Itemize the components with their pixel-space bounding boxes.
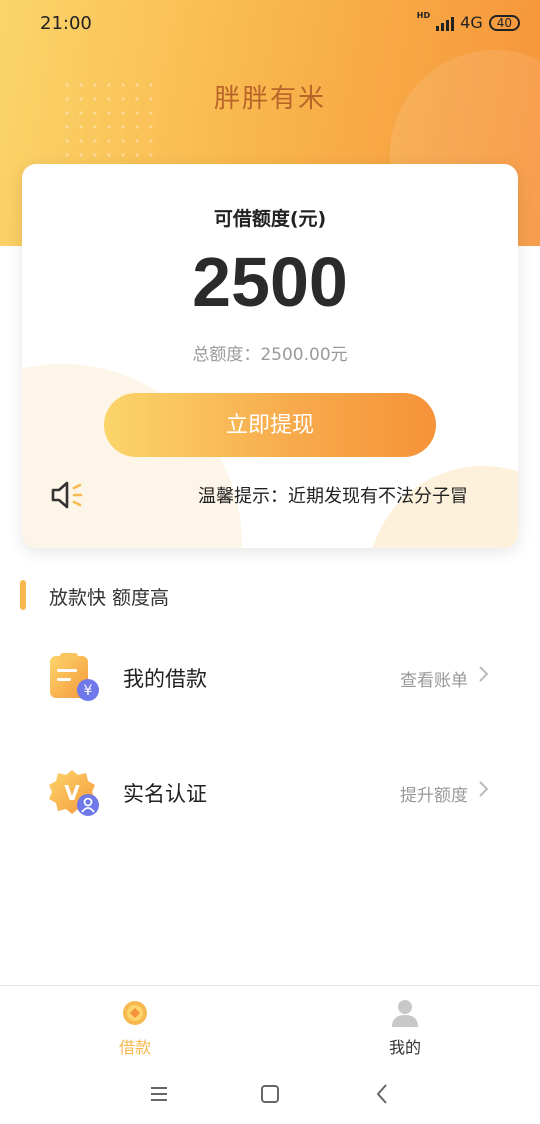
svg-text:¥: ¥ xyxy=(84,683,93,699)
signal-icon xyxy=(436,15,455,31)
section-title: 放款快 额度高 xyxy=(49,587,170,609)
loan-document-icon: ¥ xyxy=(50,653,99,701)
status-indicators: HD 4G 40 xyxy=(416,11,520,32)
section-accent-bar xyxy=(20,580,26,610)
status-time: 21:00 xyxy=(40,13,92,34)
system-nav-bar xyxy=(0,1065,540,1124)
view-bill-link[interactable]: 查看账单 xyxy=(400,666,468,691)
credit-card: 可借额度(元) 2500 总额度：2500.00元 立即提现 温馨提示：近期发现… xyxy=(22,164,518,548)
chevron-right-icon xyxy=(479,666,489,682)
increase-credit-link[interactable]: 提升额度 xyxy=(400,781,468,806)
network-type: 4G xyxy=(460,13,483,32)
menu-item-my-loans[interactable]: ¥ 我的借款 查看账单 xyxy=(0,636,540,716)
available-credit-label: 可借额度(元) xyxy=(213,208,327,230)
home-icon[interactable] xyxy=(257,1081,283,1107)
coin-icon xyxy=(123,1001,147,1025)
status-bar: 21:00 HD 4G 40 xyxy=(0,0,540,48)
nav-tab-loan[interactable]: 借款 xyxy=(0,986,270,1066)
bottom-nav: 借款 我的 xyxy=(0,985,540,1065)
app-title: 胖胖有米 xyxy=(213,84,326,114)
nav-tab-label: 我的 xyxy=(388,1038,421,1057)
user-icon xyxy=(392,1000,418,1027)
withdraw-button[interactable]: 立即提现 xyxy=(104,393,436,457)
nav-tab-mine[interactable]: 我的 xyxy=(270,986,540,1066)
hd-indicator: HD xyxy=(416,11,431,20)
nav-tab-label: 借款 xyxy=(118,1038,151,1057)
chevron-right-icon xyxy=(479,781,489,797)
menu-item-label: 我的借款 xyxy=(123,667,207,691)
verify-badge-icon: V xyxy=(49,770,99,816)
total-credit: 总额度：2500.00元 xyxy=(192,345,348,365)
back-icon[interactable] xyxy=(370,1081,396,1107)
available-credit-amount: 2500 xyxy=(192,243,348,321)
menu-item-verification[interactable]: V 实名认证 提升额度 xyxy=(0,751,540,831)
notice-marquee[interactable]: 温馨提示：近期发现有不法分子冒 xyxy=(198,482,498,508)
speaker-icon xyxy=(51,481,83,509)
menu-icon[interactable] xyxy=(146,1081,172,1107)
battery-icon: 40 xyxy=(488,14,520,31)
menu-item-label: 实名认证 xyxy=(123,782,207,806)
